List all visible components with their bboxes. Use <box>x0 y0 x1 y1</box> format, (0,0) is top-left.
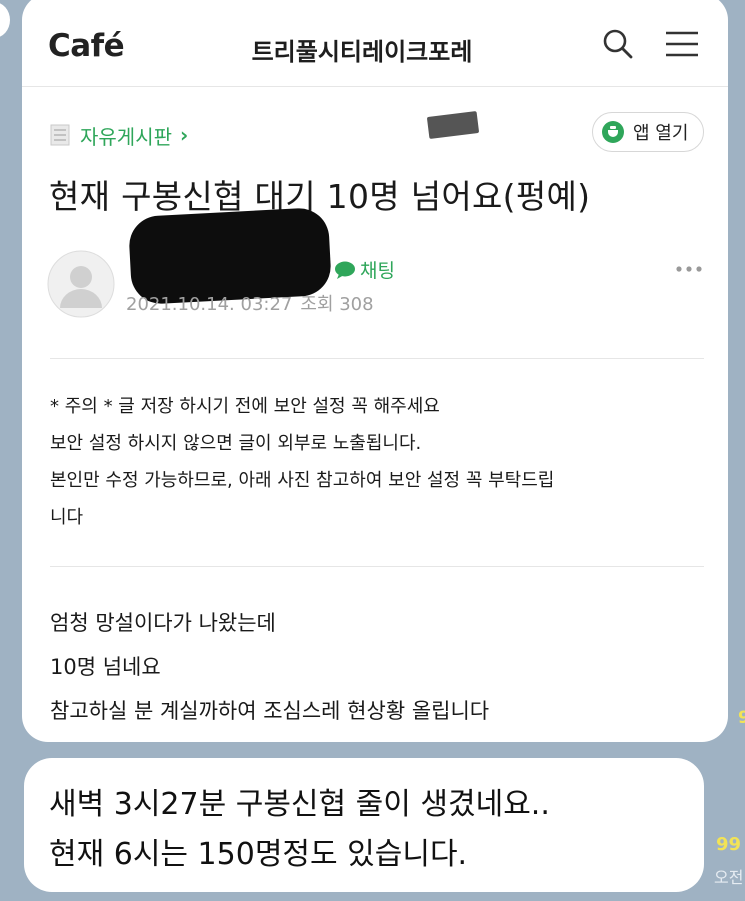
security-notice: * 주의 * 글 저장 하시기 전에 보안 설정 꼭 해주세요 보안 설정 하시… <box>50 388 710 536</box>
avatar[interactable] <box>47 250 115 318</box>
notice-line: * 주의 * 글 저장 하시기 전에 보안 설정 꼭 해주세요 <box>50 396 440 417</box>
app-open-label: 앱 열기 <box>633 123 689 144</box>
app-icon <box>602 121 624 143</box>
unread-count: 99 <box>716 834 742 855</box>
shared-post-card[interactable]: Café 트리풀시티레이크포레 자유게시판 › 앱 열기 현재 구봉신협 대기 … <box>22 0 728 742</box>
unread-count: 9 <box>738 708 745 728</box>
body-line: 참고하실 분 계실까하여 조심스레 현상황 올립니다 <box>50 699 490 723</box>
message-text: 새벽 3시27분 구봉신협 줄이 생겼네요.. 현재 6시는 150명정도 있습… <box>49 780 550 880</box>
board-label: 자유게시판 <box>80 124 172 149</box>
board-link[interactable]: 자유게시판 › <box>50 120 188 150</box>
post-meta: 2021.10.14. 03:27 조회 308 <box>126 290 374 316</box>
notice-line: 니다 <box>50 507 84 528</box>
redaction-mark <box>426 111 480 139</box>
chat-message-bubble[interactable]: 새벽 3시27분 구봉신협 줄이 생겼네요.. 현재 6시는 150명정도 있습… <box>24 758 704 892</box>
post-datetime: 2021.10.14. 03:27 <box>126 294 293 315</box>
menu-icon[interactable] <box>664 30 700 58</box>
board-icon <box>50 124 70 146</box>
notice-line: 본인만 수정 가능하므로, 아래 사진 참고하여 보안 설정 꼭 부탁드립 <box>50 470 555 491</box>
search-icon[interactable] <box>602 28 634 60</box>
chevron-right-icon: › <box>180 123 189 147</box>
chat-button[interactable]: 채팅 <box>334 256 395 283</box>
cafe-title[interactable]: 트리풀시티레이크포레 <box>192 32 532 67</box>
post-title: 현재 구봉신협 대기 10명 넘어요(펑예) <box>49 177 591 216</box>
chat-bubble-icon <box>335 261 355 279</box>
divider <box>50 358 704 359</box>
body-line: 10명 넘네요 <box>50 655 161 679</box>
chat-label: 채팅 <box>360 260 395 282</box>
edge-decoration <box>0 2 10 38</box>
notice-line: 보안 설정 하시지 않으면 글이 외부로 노출됩니다. <box>50 433 422 454</box>
app-open-button[interactable]: 앱 열기 <box>592 112 704 152</box>
body-line: 엄청 망설이다가 나왔는데 <box>50 611 276 635</box>
divider <box>50 566 704 567</box>
message-line: 현재 6시는 150명정도 있습니다. <box>49 837 468 872</box>
cafe-header: Café 트리풀시티레이크포레 <box>22 0 728 87</box>
post-views: 조회 308 <box>300 294 374 315</box>
message-time: 오전 <box>714 868 744 887</box>
post-body: 엄청 망설이다가 나왔는데 10명 넘네요 참고하실 분 계실까하여 조심스레 … <box>50 601 710 733</box>
cafe-logo[interactable]: Café <box>48 28 125 64</box>
message-line: 새벽 3시27분 구봉신협 줄이 생겼네요.. <box>49 787 550 822</box>
more-options-icon[interactable] <box>674 264 704 274</box>
